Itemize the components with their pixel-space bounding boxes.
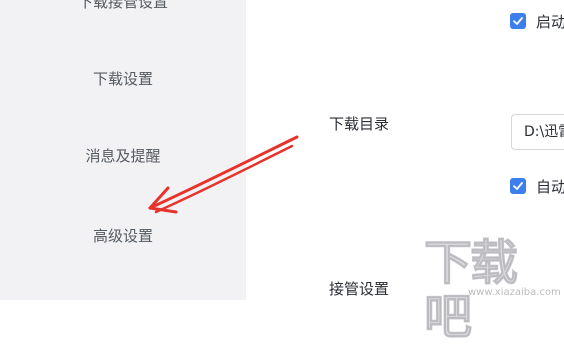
checkmark-icon — [513, 17, 523, 25]
sidebar-item-notifications[interactable]: 消息及提醒 — [0, 146, 246, 166]
auto-checkbox-label: 自动 — [536, 177, 564, 196]
sidebar-item-advanced-settings[interactable]: 高级设置 — [0, 226, 246, 246]
start-option[interactable]: 启动 — [510, 11, 564, 31]
sidebar-item-download-settings[interactable]: 下载设置 — [0, 69, 246, 89]
sidebar-item-download-takeover[interactable]: 下载接管设置 — [0, 0, 246, 12]
checkmark-icon — [513, 182, 523, 190]
watermark-url: www.xiazaiba.com — [468, 287, 561, 298]
auto-checkbox[interactable] — [510, 178, 526, 194]
start-checkbox-label: 启动 — [536, 12, 564, 31]
start-checkbox[interactable] — [510, 13, 526, 29]
auto-option[interactable]: 自动 — [510, 176, 564, 196]
site-watermark: 下载吧 www.xiazaiba.com — [424, 236, 561, 345]
download-dir-input[interactable]: D:\迅雷 — [511, 114, 564, 150]
takeover-settings-label: 接管设置 — [329, 280, 390, 298]
download-dir-label: 下载目录 — [329, 115, 390, 133]
settings-sidebar: 下载接管设置 下载设置 消息及提醒 高级设置 — [0, 0, 246, 300]
